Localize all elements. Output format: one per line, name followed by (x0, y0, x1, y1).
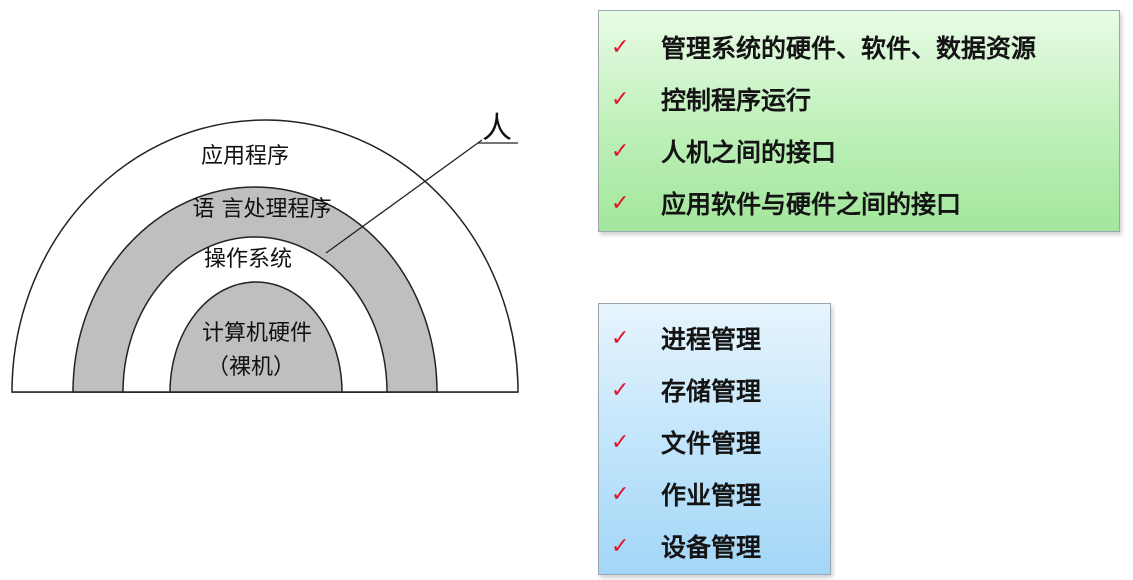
management-item-text: 存储管理 (661, 377, 762, 406)
management-item-text: 进程管理 (661, 325, 762, 354)
list-item: ✓ 进程管理 (599, 312, 830, 364)
list-item: ✓ 控制程序运行 (599, 73, 1119, 125)
os-management-box: ✓ 进程管理 ✓ 存储管理 ✓ 文件管理 ✓ 作业管理 ✓ 设备管理 (598, 303, 831, 575)
function-item-text: 应用软件与硬件之间的接口 (661, 190, 962, 219)
layer-hardware-label-line1: 计算机硬件 (202, 321, 312, 346)
management-item-text: 文件管理 (661, 429, 762, 458)
list-item: ✓ 设备管理 (599, 520, 830, 572)
check-icon: ✓ (611, 34, 630, 60)
list-item: ✓ 管理系统的硬件、软件、数据资源 (599, 21, 1119, 73)
list-item: ✓ 文件管理 (599, 416, 830, 468)
check-icon: ✓ (611, 481, 630, 507)
check-icon: ✓ (611, 533, 630, 559)
check-icon: ✓ (611, 138, 630, 164)
layer-os-label: 操作系统 (204, 247, 292, 272)
check-icon: ✓ (611, 377, 630, 403)
os-layer-diagram: 人 应用程序 语 言处理程序 操作系统 计算机硬件 （裸机） (11, 111, 519, 393)
management-item-text: 作业管理 (661, 481, 762, 510)
function-item-text: 控制程序运行 (661, 86, 812, 115)
layer-application-label: 应用程序 (201, 144, 289, 169)
layer-language-label: 语 言处理程序 (193, 197, 332, 222)
check-icon: ✓ (611, 86, 630, 112)
person-label: 人 (482, 111, 512, 146)
function-item-text: 管理系统的硬件、软件、数据资源 (661, 34, 1037, 63)
list-item: ✓ 存储管理 (599, 364, 830, 416)
list-item: ✓ 应用软件与硬件之间的接口 (599, 177, 1119, 229)
check-icon: ✓ (611, 325, 630, 351)
os-functions-box: ✓ 管理系统的硬件、软件、数据资源 ✓ 控制程序运行 ✓ 人机之间的接口 ✓ 应… (598, 10, 1120, 232)
function-item-text: 人机之间的接口 (661, 138, 837, 167)
management-item-text: 设备管理 (661, 533, 762, 562)
check-icon: ✓ (611, 429, 630, 455)
layer-hardware-label-line2: （裸机） (207, 355, 295, 380)
check-icon: ✓ (611, 190, 630, 216)
list-item: ✓ 作业管理 (599, 468, 830, 520)
list-item: ✓ 人机之间的接口 (599, 125, 1119, 177)
